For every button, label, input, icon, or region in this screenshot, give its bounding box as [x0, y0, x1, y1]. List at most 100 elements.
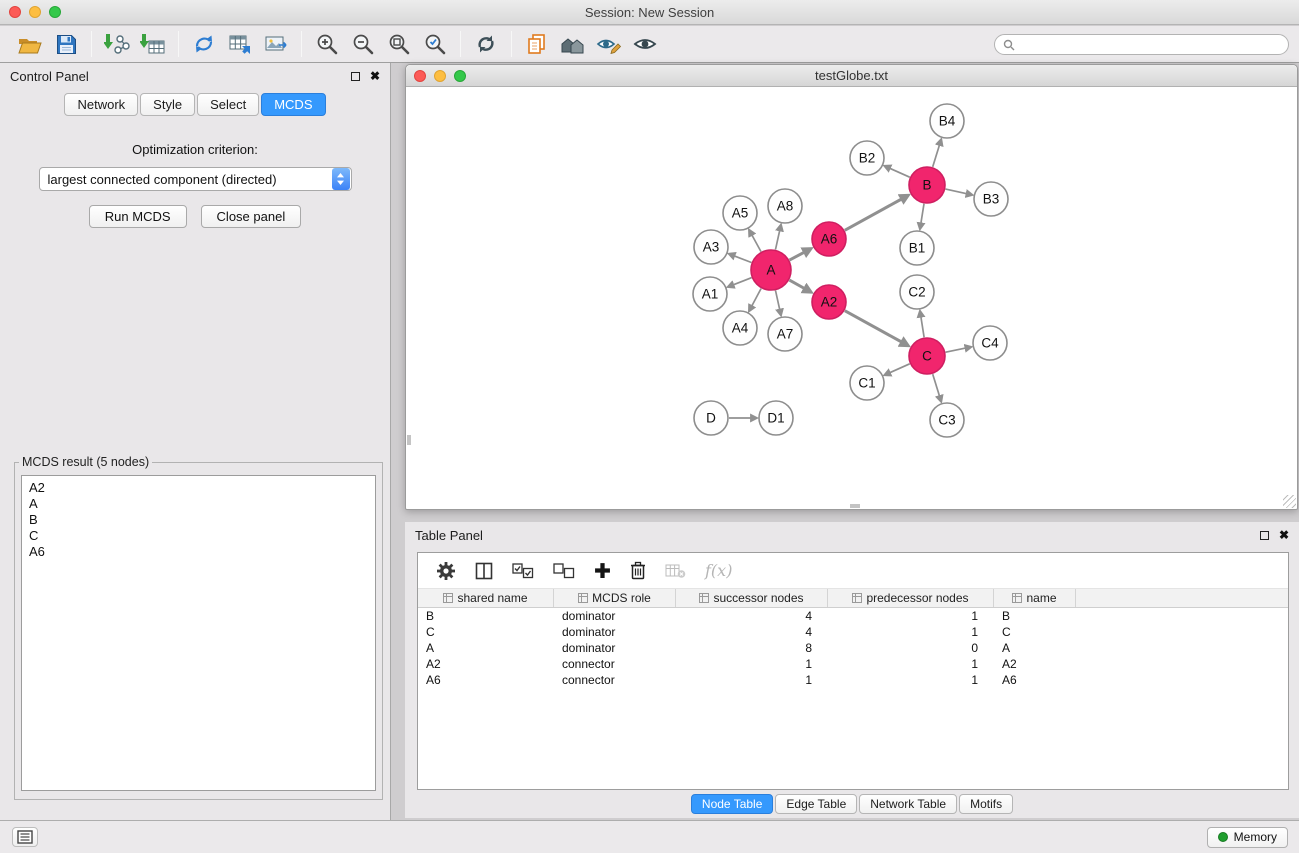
- table-cell[interactable]: 1: [828, 673, 994, 687]
- apply-layout-icon[interactable]: [186, 29, 222, 59]
- resize-grip[interactable]: [1283, 495, 1296, 508]
- table-row[interactable]: A2connector11A2: [418, 656, 1288, 672]
- node-B4[interactable]: B4: [930, 104, 964, 138]
- float-table-panel-icon[interactable]: [1260, 531, 1269, 540]
- table-cell[interactable]: A2: [994, 657, 1076, 671]
- column-header-MCDS-role[interactable]: MCDS role: [554, 589, 676, 607]
- edge-B-B2[interactable]: [890, 168, 910, 177]
- zoom-out-icon[interactable]: [345, 29, 381, 59]
- column-header-predecessor-nodes[interactable]: predecessor nodes: [828, 589, 994, 607]
- delete-column-trash-icon[interactable]: [630, 561, 646, 580]
- node-A6[interactable]: A6: [812, 222, 846, 256]
- edge-A-A3[interactable]: [734, 256, 751, 263]
- show-columns-icon[interactable]: [475, 562, 493, 580]
- table-cell[interactable]: A2: [418, 657, 554, 671]
- table-cell[interactable]: A6: [994, 673, 1076, 687]
- node-A1[interactable]: A1: [693, 277, 727, 311]
- tab-mcds[interactable]: MCDS: [261, 93, 325, 116]
- result-item[interactable]: A2: [29, 480, 368, 496]
- import-table-icon[interactable]: [135, 29, 171, 59]
- table-cell[interactable]: A: [418, 641, 554, 655]
- select-all-columns-icon[interactable]: [512, 563, 534, 579]
- table-cell[interactable]: C: [994, 625, 1076, 639]
- network-canvas[interactable]: B4B2BB3A5A8A6B1A3AC2A1A2A4A7C4CC1C3DD1: [406, 87, 1297, 509]
- table-cell[interactable]: C: [418, 625, 554, 639]
- table-cell[interactable]: dominator: [554, 625, 676, 639]
- node-D[interactable]: D: [694, 401, 728, 435]
- edge-A-A1[interactable]: [733, 278, 751, 285]
- zoom-selected-icon[interactable]: [417, 29, 453, 59]
- memory-button[interactable]: Memory: [1207, 827, 1288, 848]
- hide-graphics-details-icon[interactable]: [627, 29, 663, 59]
- table-cell[interactable]: 1: [676, 657, 828, 671]
- column-header-shared-name[interactable]: shared name: [418, 589, 554, 607]
- refresh-view-icon[interactable]: [468, 29, 504, 59]
- node-B3[interactable]: B3: [974, 182, 1008, 216]
- column-header-successor-nodes[interactable]: successor nodes: [676, 589, 828, 607]
- tab-edge-table[interactable]: Edge Table: [775, 794, 857, 814]
- edge-B-B1[interactable]: [921, 204, 924, 224]
- node-B2[interactable]: B2: [850, 141, 884, 175]
- show-graphics-details-icon[interactable]: [591, 29, 627, 59]
- node-A3[interactable]: A3: [694, 230, 728, 264]
- table-cell[interactable]: 4: [676, 609, 828, 623]
- dropdown-stepper-icon[interactable]: [332, 168, 350, 190]
- result-item[interactable]: A: [29, 496, 368, 512]
- table-cell[interactable]: 1: [828, 625, 994, 639]
- table-cell[interactable]: 1: [828, 609, 994, 623]
- node-B[interactable]: B: [909, 167, 945, 203]
- table-cell[interactable]: connector: [554, 673, 676, 687]
- edge-A-A2[interactable]: [789, 280, 804, 288]
- tab-network[interactable]: Network: [64, 93, 138, 116]
- open-file-icon[interactable]: [12, 29, 48, 59]
- import-network-icon[interactable]: [99, 29, 135, 59]
- save-session-icon[interactable]: [48, 29, 84, 59]
- node-A7[interactable]: A7: [768, 317, 802, 351]
- edge-A-A8[interactable]: [776, 230, 780, 249]
- result-item[interactable]: B: [29, 512, 368, 528]
- show-panels-list-icon[interactable]: [12, 827, 38, 847]
- table-cell[interactable]: dominator: [554, 609, 676, 623]
- session-documents-icon[interactable]: [519, 29, 555, 59]
- table-row[interactable]: A6connector11A6: [418, 672, 1288, 688]
- table-row[interactable]: Cdominator41C: [418, 624, 1288, 640]
- edge-C-C4[interactable]: [946, 348, 966, 352]
- tab-network-table[interactable]: Network Table: [859, 794, 957, 814]
- node-A8[interactable]: A8: [768, 189, 802, 223]
- node-C2[interactable]: C2: [900, 275, 934, 309]
- result-item[interactable]: C: [29, 528, 368, 544]
- node-A5[interactable]: A5: [723, 196, 757, 230]
- network-table-icon[interactable]: [222, 29, 258, 59]
- edge-C-C1[interactable]: [890, 364, 910, 373]
- close-panel-button[interactable]: Close panel: [201, 205, 302, 228]
- zoom-fit-icon[interactable]: [381, 29, 417, 59]
- function-builder-icon[interactable]: f(x): [705, 561, 732, 580]
- table-cell[interactable]: 1: [828, 657, 994, 671]
- result-item[interactable]: A6: [29, 544, 368, 560]
- mcds-result-list[interactable]: A2ABCA6: [21, 475, 376, 791]
- zoom-in-icon[interactable]: [309, 29, 345, 59]
- create-column-plus-icon[interactable]: [594, 562, 611, 579]
- edge-C-C3[interactable]: [933, 374, 940, 396]
- table-row[interactable]: Adominator80A: [418, 640, 1288, 656]
- edge-A-A6[interactable]: [790, 252, 805, 260]
- float-panel-icon[interactable]: [351, 72, 360, 81]
- node-C4[interactable]: C4: [973, 326, 1007, 360]
- node-C1[interactable]: C1: [850, 366, 884, 400]
- table-cell[interactable]: dominator: [554, 641, 676, 655]
- export-image-icon[interactable]: [258, 29, 294, 59]
- node-A2[interactable]: A2: [812, 285, 846, 319]
- edge-A6-B[interactable]: [845, 199, 902, 230]
- unselect-all-columns-icon[interactable]: [553, 563, 575, 579]
- close-table-panel-icon[interactable]: ✖: [1279, 529, 1289, 541]
- node-C3[interactable]: C3: [930, 403, 964, 437]
- edge-A-A4[interactable]: [752, 289, 761, 307]
- table-cell[interactable]: A: [994, 641, 1076, 655]
- edge-C-C2[interactable]: [921, 317, 924, 338]
- edge-A-A5[interactable]: [752, 235, 761, 252]
- optimization-criterion-dropdown[interactable]: largest connected component (directed): [39, 167, 352, 191]
- table-cell[interactable]: connector: [554, 657, 676, 671]
- node-C[interactable]: C: [909, 338, 945, 374]
- edge-A2-C[interactable]: [845, 311, 902, 342]
- delete-table-icon[interactable]: [665, 563, 686, 579]
